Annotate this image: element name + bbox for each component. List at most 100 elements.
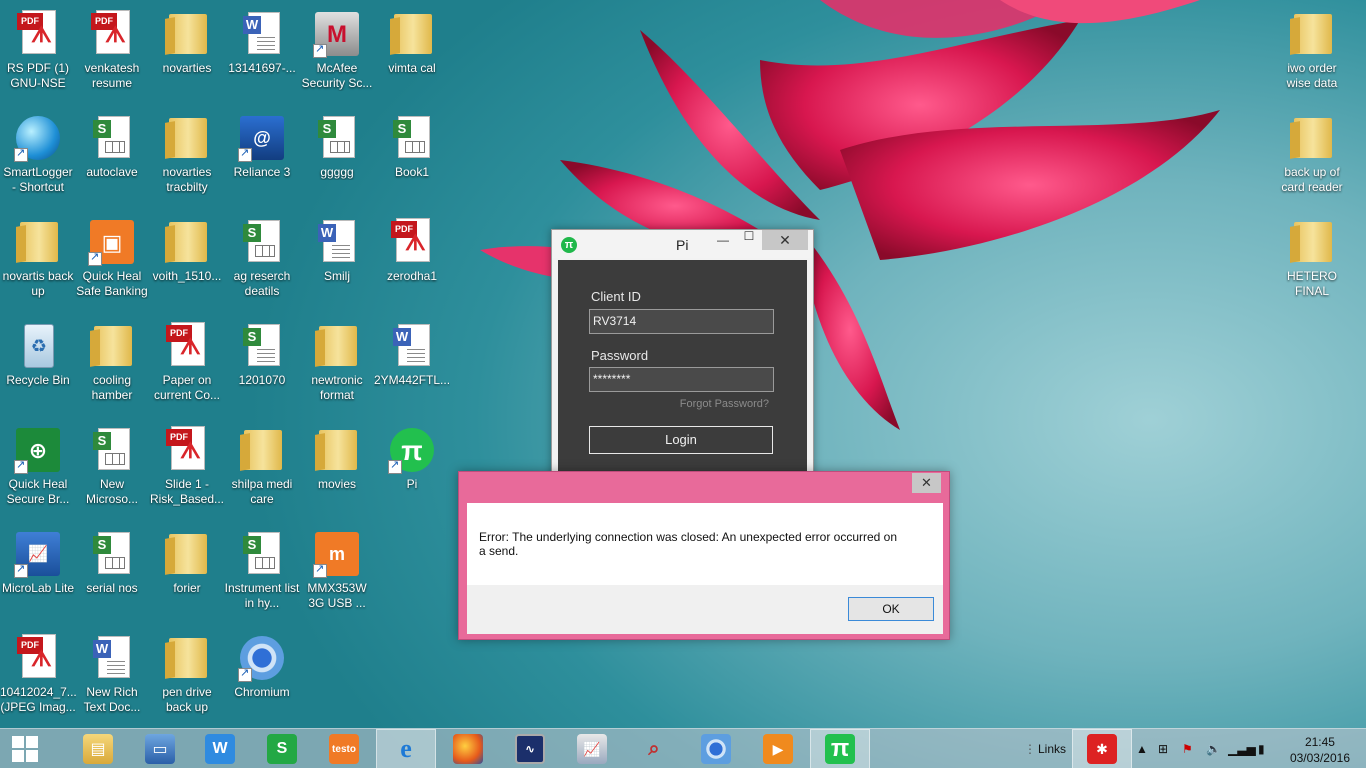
desktop-icon-mcafee[interactable]: M McAfee Security Sc...: [299, 4, 375, 104]
desktop-icon-newtronic-format[interactable]: newtronic format: [299, 316, 375, 416]
folder-icon: [169, 14, 207, 54]
desktop-icon-novarties[interactable]: novarties: [149, 4, 225, 104]
desktop-icon-label: back up of card reader: [1281, 165, 1343, 194]
desktop-icon-zerodha1[interactable]: PDF ᗑ zerodha1: [374, 212, 450, 312]
desktop-icon-2ym442ftl[interactable]: W 2YM442FTL...: [374, 316, 450, 416]
network-signal-icon[interactable]: ▁▃▅: [1228, 729, 1256, 768]
desktop-icon-slide-1[interactable]: PDF ᗑ Slide 1 - Risk_Based...: [149, 420, 225, 520]
taskbar-file-explorer[interactable]: ▤: [68, 729, 128, 768]
desktop-icon-shilpa-medi-care[interactable]: shilpa medi care: [224, 420, 300, 520]
desktop-icon-rs-pdf[interactable]: PDFᗑ RS PDF (1) GNU-NSE S...: [0, 4, 76, 104]
desktop-icon-label: cooling hamber: [91, 373, 133, 402]
taskbar-quick-heal[interactable]: ✱: [1072, 729, 1132, 768]
desktop-icon-hetero-final[interactable]: HETERO FINAL: [1274, 212, 1350, 312]
pdf-file-icon: PDF ᗑ: [91, 10, 130, 54]
show-hidden-icons-button[interactable]: ▲: [1136, 729, 1148, 768]
taskbar-wps-writer[interactable]: W: [190, 729, 250, 768]
desktop-icon-label: Instrument list in hy...: [224, 581, 300, 610]
taskbar-microlab[interactable]: 📈: [562, 729, 622, 768]
desktop-icon-ag-reserch[interactable]: S ag reserch deatils: [224, 212, 300, 312]
desktop-icon-back-up-card-reader[interactable]: back up of card reader: [1274, 108, 1350, 208]
desktop-icon-recycle-bin[interactable]: ♻ Recycle Bin: [0, 316, 76, 416]
taskbar-firefox[interactable]: [438, 729, 498, 768]
taskbar-wps-spreadsheet[interactable]: S: [252, 729, 312, 768]
desktop-icon-cooling-hamber[interactable]: cooling hamber: [74, 316, 150, 416]
desktop-icon-label: Paper on current Co...: [153, 373, 221, 402]
desktop-icon-ggggg[interactable]: S ggggg: [299, 108, 375, 208]
desktop-icon-quick-heal-secure[interactable]: ⊕ Quick Heal Secure Br...: [0, 420, 76, 520]
close-button[interactable]: ✕: [762, 230, 808, 250]
desktop-icon-label: ggggg: [320, 165, 354, 179]
maximize-button[interactable]: ☐: [736, 226, 762, 246]
taskbar-media-player[interactable]: ▶: [748, 729, 808, 768]
desktop-icon-pi[interactable]: π Pi: [374, 420, 450, 520]
taskbar-app-2[interactable]: ▭: [130, 729, 190, 768]
taskbar-smartlogger[interactable]: ⌕: [624, 729, 684, 768]
desktop-icon-label: 10412024_7... (JPEG Imag...: [0, 685, 76, 714]
windows-flag-tray-icon[interactable]: ⊞: [1158, 729, 1168, 768]
taskbar-testo[interactable]: testo: [314, 729, 374, 768]
desktop-icon-instrument-list[interactable]: S Instrument list in hy...: [224, 524, 300, 624]
word-file-icon: W: [243, 12, 280, 54]
desktop-icon-new-rich-text[interactable]: W New Rich Text Doc...: [74, 628, 150, 728]
desktop-icon-paper-on-current[interactable]: PDF ᗑ Paper on current Co...: [149, 316, 225, 416]
pi-titlebar[interactable]: π Pi — ☐ ✕: [552, 229, 813, 258]
desktop-icon-forier[interactable]: forier: [149, 524, 225, 624]
toolbar-grip[interactable]: ⋮: [1024, 729, 1036, 768]
desktop-icon-10412024[interactable]: PDF ᗑ 10412024_7... (JPEG Imag...: [0, 628, 76, 728]
desktop-icon-label: HETERO FINAL: [1286, 269, 1337, 298]
desktop-icon-13141697[interactable]: W 13141697-...: [224, 4, 300, 104]
testo-icon: testo: [329, 734, 359, 764]
volume-icon[interactable]: 🔈: [1206, 729, 1221, 768]
desktop-icon-label: serial nos: [86, 581, 138, 595]
desktop-icon-pen-drive-back-up[interactable]: pen drive back up: [149, 628, 225, 728]
ok-button[interactable]: OK: [848, 597, 934, 621]
desktop-icon-label: Chromium: [234, 685, 290, 699]
taskbar-chromium[interactable]: [686, 729, 746, 768]
desktop-icon-reliance-3[interactable]: @ Reliance 3: [224, 108, 300, 208]
folder-icon: [169, 638, 207, 678]
password-input[interactable]: ********: [589, 367, 774, 392]
taskbar-internet-explorer[interactable]: e: [376, 729, 436, 768]
desktop-icon-smartlogger[interactable]: SmartLogger - Shortcut: [0, 108, 76, 208]
taskbar-monitor-app[interactable]: ∿: [500, 729, 560, 768]
pi-app-icon: π: [825, 734, 855, 764]
desktop-icon-book1[interactable]: S Book1: [374, 108, 450, 208]
desktop-icon-label: 2YM442FTL...: [374, 373, 450, 387]
desktop-icon-iwo-order[interactable]: iwo order wise data: [1274, 4, 1350, 104]
client-id-input[interactable]: RV3714: [589, 309, 774, 334]
battery-icon[interactable]: ▮: [1258, 729, 1265, 768]
minimize-button[interactable]: —: [710, 230, 736, 250]
login-button[interactable]: Login: [589, 426, 773, 454]
taskbar-pi[interactable]: π: [810, 729, 870, 768]
desktop-icon-smilj[interactable]: W Smilj: [299, 212, 375, 312]
dialog-close-button[interactable]: ✕: [912, 473, 941, 493]
shortcut-arrow-icon: [238, 666, 252, 682]
desktop-icon-1201070[interactable]: S 1201070: [224, 316, 300, 416]
desktop-icon-novartis-back-up[interactable]: novartis back up: [0, 212, 76, 312]
desktop-icon-movies[interactable]: movies: [299, 420, 375, 520]
folder-icon: [319, 326, 357, 366]
desktop-icon-novarties-tracbilty[interactable]: novarties tracbilty: [149, 108, 225, 208]
clock[interactable]: 21:45 03/03/2016: [1290, 734, 1350, 766]
desktop-icon-voith[interactable]: voith_1510...: [149, 212, 225, 312]
error-message: Error: The underlying connection was clo…: [467, 503, 943, 585]
desktop-icon-new-microsoft[interactable]: S New Microso...: [74, 420, 150, 520]
desktop-icon-mmx353w[interactable]: m MMX353W 3G USB ...: [299, 524, 375, 624]
forgot-password-link[interactable]: Forgot Password?: [680, 398, 769, 410]
desktop-icon-venkatesh-resume[interactable]: PDF ᗑ venkatesh resume: [74, 4, 150, 104]
desktop-icon-label: Quick Heal Safe Banking: [76, 269, 148, 298]
desktop-icon-autoclave[interactable]: S autoclave: [74, 108, 150, 208]
spreadsheet-file-icon: S: [93, 116, 130, 158]
desktop-icon-microlab-lite[interactable]: 📈 MicroLab Lite: [0, 524, 76, 624]
desktop-icon-quick-heal-safe-banking[interactable]: ▣ Quick Heal Safe Banking: [74, 212, 150, 312]
dialog-content: Error: The underlying connection was clo…: [467, 503, 943, 634]
action-center-icon[interactable]: ⚑: [1182, 729, 1193, 768]
start-button[interactable]: [0, 729, 50, 768]
chromium-icon: [701, 734, 731, 764]
desktop-icon-chromium[interactable]: Chromium: [224, 628, 300, 728]
pdf-file-icon: PDF ᗑ: [17, 634, 56, 678]
desktop-icon-vimta-cal[interactable]: vimta cal: [374, 4, 450, 104]
desktop-icon-serial-nos[interactable]: S serial nos: [74, 524, 150, 624]
links-toolbar[interactable]: Links: [1038, 729, 1066, 768]
